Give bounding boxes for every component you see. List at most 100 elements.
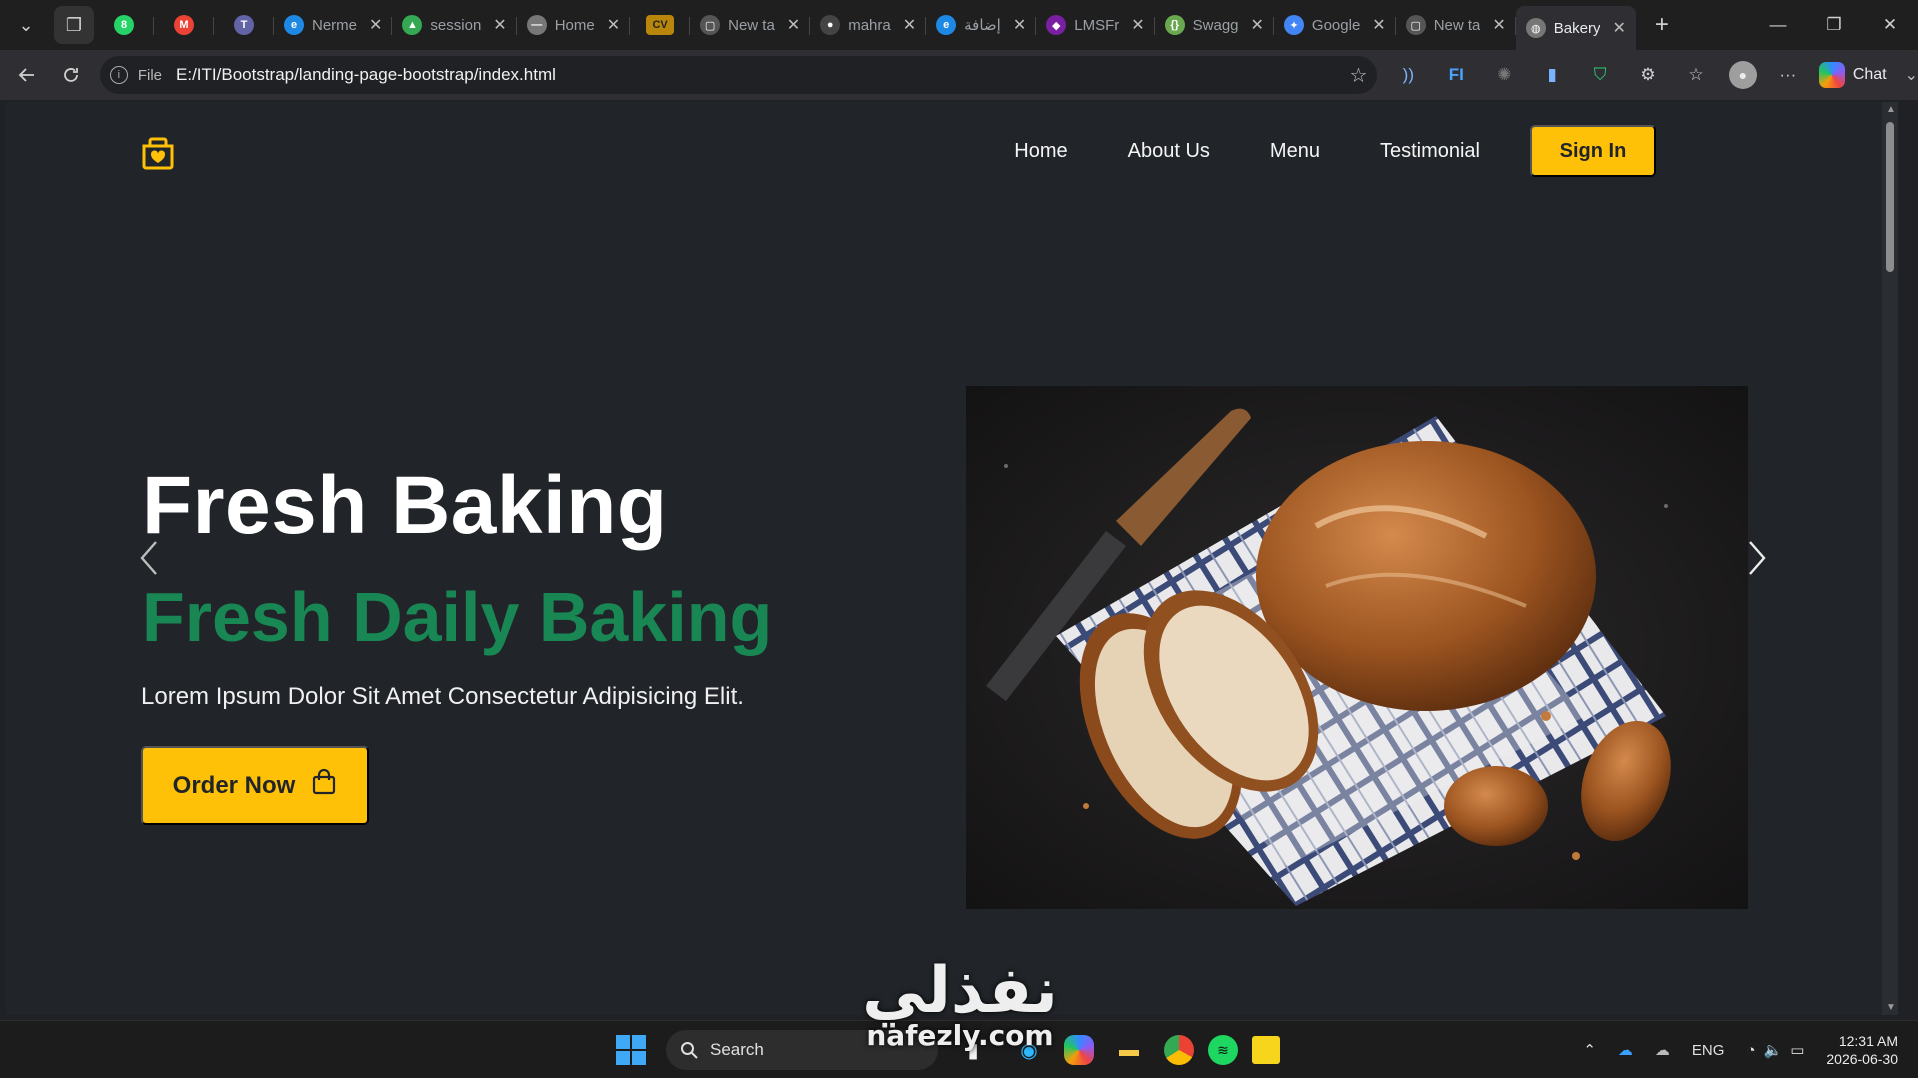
file-explorer-icon[interactable]: ▬ xyxy=(1108,1029,1150,1071)
workspaces-icon[interactable]: ❐ xyxy=(54,6,94,44)
chat-label: Chat xyxy=(1852,66,1887,83)
tab-close-icon[interactable]: ✕ xyxy=(1013,15,1026,35)
tab-close-icon[interactable]: ✕ xyxy=(1612,18,1625,38)
close-window-icon[interactable]: ✕ xyxy=(1862,0,1918,50)
browser-tab[interactable]: ✦ Google ✕ xyxy=(1274,6,1396,44)
browser-tab[interactable]: ▢ New ta ✕ xyxy=(690,6,811,44)
minimize-icon[interactable]: — xyxy=(1750,0,1806,50)
tab-title: إضافة xyxy=(964,17,1001,34)
order-now-button[interactable]: Order Now xyxy=(141,746,369,825)
tab-close-icon[interactable]: ✕ xyxy=(607,15,620,35)
sticky-notes-icon[interactable] xyxy=(1252,1036,1280,1064)
globe-icon: ◍ xyxy=(1525,18,1546,38)
lms-icon: ◆ xyxy=(1046,15,1067,35)
onedrive-icon[interactable]: ☁ xyxy=(1618,1041,1633,1059)
tab-close-icon[interactable]: ✕ xyxy=(1492,15,1505,35)
nafezly-watermark: نفذلي nafezly.com xyxy=(850,955,1070,1075)
more-menu-icon[interactable]: ··· xyxy=(1771,58,1805,92)
scroll-up-arrow-icon[interactable]: ▲ xyxy=(1886,104,1896,115)
tab-title: New ta xyxy=(1433,16,1481,34)
teams-icon: T xyxy=(234,15,254,35)
browser-tab[interactable]: ▢ New ta ✕ xyxy=(1396,6,1516,44)
tab-title: Home xyxy=(554,16,595,34)
nav-testimonial-link[interactable]: Testimonial xyxy=(1380,140,1480,163)
tab-close-icon[interactable]: ✕ xyxy=(493,15,506,35)
favorites-icon[interactable]: ☆ xyxy=(1679,58,1713,92)
url-text[interactable]: E:/ITI/Bootstrap/landing-page-bootstrap/… xyxy=(176,65,1349,85)
new-tab-icon: ▢ xyxy=(700,15,721,35)
new-tab-button[interactable]: + xyxy=(1642,6,1682,44)
read-aloud-icon[interactable]: )) xyxy=(1391,58,1425,92)
browser-tab[interactable]: CV xyxy=(630,6,691,44)
browser-tab[interactable]: T xyxy=(214,6,274,44)
page-viewport: Home About Us Menu Testimonial Sign In F… xyxy=(6,102,1898,1015)
browser-tab[interactable]: e Nerme ✕ xyxy=(274,6,393,44)
profile-avatar-icon[interactable]: ● xyxy=(1728,61,1757,89)
url-scheme: File xyxy=(137,66,163,84)
order-now-label: Order Now xyxy=(172,771,296,799)
restore-icon[interactable]: ❐ xyxy=(1806,0,1862,50)
browser-tab[interactable]: {} Swagg ✕ xyxy=(1155,6,1275,44)
nav-menu-link[interactable]: Menu xyxy=(1270,140,1320,163)
hero-title: Fresh Baking xyxy=(142,460,668,551)
edge-icon: e xyxy=(284,15,304,35)
browser-tab[interactable]: ◆ LMSFr ✕ xyxy=(1036,6,1156,44)
bread-hero-image xyxy=(966,386,1748,909)
bakery-logo-icon[interactable] xyxy=(138,132,178,172)
cloud-sync-icon[interactable]: ☁ xyxy=(1655,1041,1670,1059)
browser-tab[interactable]: — Home ✕ xyxy=(517,6,631,44)
language-indicator[interactable]: ENG xyxy=(1692,1042,1725,1059)
sign-in-button[interactable]: Sign In xyxy=(1530,125,1656,177)
dash-icon: — xyxy=(526,15,547,35)
browser-tab[interactable]: ▲ session ✕ xyxy=(392,6,517,44)
tab-close-icon[interactable]: ✕ xyxy=(369,15,382,35)
tab-close-icon[interactable]: ✕ xyxy=(1372,15,1385,35)
volume-icon[interactable]: 🔈 xyxy=(1764,1041,1783,1059)
reload-icon[interactable] xyxy=(52,56,90,94)
tab-search-chevron-icon[interactable]: ⌄ xyxy=(6,6,46,44)
browser-tab[interactable]: M xyxy=(154,6,214,44)
spotify-app-icon[interactable]: ≋ xyxy=(1208,1035,1238,1065)
nav-home-link[interactable]: Home xyxy=(1014,140,1067,163)
tray-chevron-up-icon[interactable]: ⌃ xyxy=(1583,1041,1596,1059)
browser-tab[interactable]: e إضافة ✕ xyxy=(926,6,1037,44)
chrome-app-icon[interactable] xyxy=(1164,1035,1194,1065)
search-icon xyxy=(681,1042,698,1059)
clock[interactable]: 12:31 AM 2026-06-30 xyxy=(1826,1032,1898,1068)
page-scrollbar[interactable]: ▲ ▼ xyxy=(1882,102,1898,1015)
extension-shield-icon[interactable]: ⛉ xyxy=(1583,58,1617,92)
browser-tab[interactable]: ● mahra ✕ xyxy=(810,6,927,44)
scroll-down-arrow-icon[interactable]: ▼ xyxy=(1886,1002,1896,1013)
favorite-star-icon[interactable]: ☆ xyxy=(1349,63,1367,88)
extension-doc-icon[interactable]: ▮ xyxy=(1535,58,1569,92)
wifi-icon[interactable]: ◔ xyxy=(1746,1042,1755,1059)
tab-close-icon[interactable]: ✕ xyxy=(1251,15,1264,35)
edge-icon: e xyxy=(936,15,957,35)
windows-start-icon[interactable] xyxy=(610,1029,652,1071)
carousel-next-icon[interactable] xyxy=(1742,528,1772,588)
tab-title: LMSFr xyxy=(1074,16,1120,34)
chevron-down-icon: ⌄ xyxy=(1904,67,1918,84)
extension-fi-icon[interactable]: FI xyxy=(1439,58,1473,92)
browser-tab[interactable]: 8 xyxy=(94,6,154,44)
copilot-chat-button[interactable]: Chat ⌄ xyxy=(1818,62,1918,88)
battery-icon[interactable]: ▭ xyxy=(1790,1041,1804,1059)
tab-close-icon[interactable]: ✕ xyxy=(1131,15,1144,35)
whatsapp-icon: 8 xyxy=(114,15,134,35)
nav-links: Home About Us Menu Testimonial Sign In xyxy=(954,125,1656,177)
back-arrow-icon[interactable] xyxy=(8,56,46,94)
site-info-icon[interactable]: i xyxy=(109,66,128,84)
drive-icon: ▲ xyxy=(402,15,423,35)
extensions-icon[interactable]: ⚙ xyxy=(1631,58,1665,92)
scrollbar-thumb[interactable] xyxy=(1886,122,1894,272)
tab-close-icon[interactable]: ✕ xyxy=(903,15,916,35)
tab-title: Nerme xyxy=(312,16,358,34)
browser-tab[interactable]: ◍ Bakery ✕ xyxy=(1515,6,1636,50)
tab-title: mahra xyxy=(848,16,891,34)
nav-about-link[interactable]: About Us xyxy=(1128,140,1210,163)
extension-puzzle-icon[interactable]: ✺ xyxy=(1487,58,1521,92)
tab-close-icon[interactable]: ✕ xyxy=(787,15,800,35)
address-bar[interactable]: i File E:/ITI/Bootstrap/landing-page-boo… xyxy=(99,56,1378,94)
site-navbar: Home About Us Menu Testimonial Sign In xyxy=(6,102,1882,202)
tab-title: Bakery xyxy=(1553,19,1601,37)
